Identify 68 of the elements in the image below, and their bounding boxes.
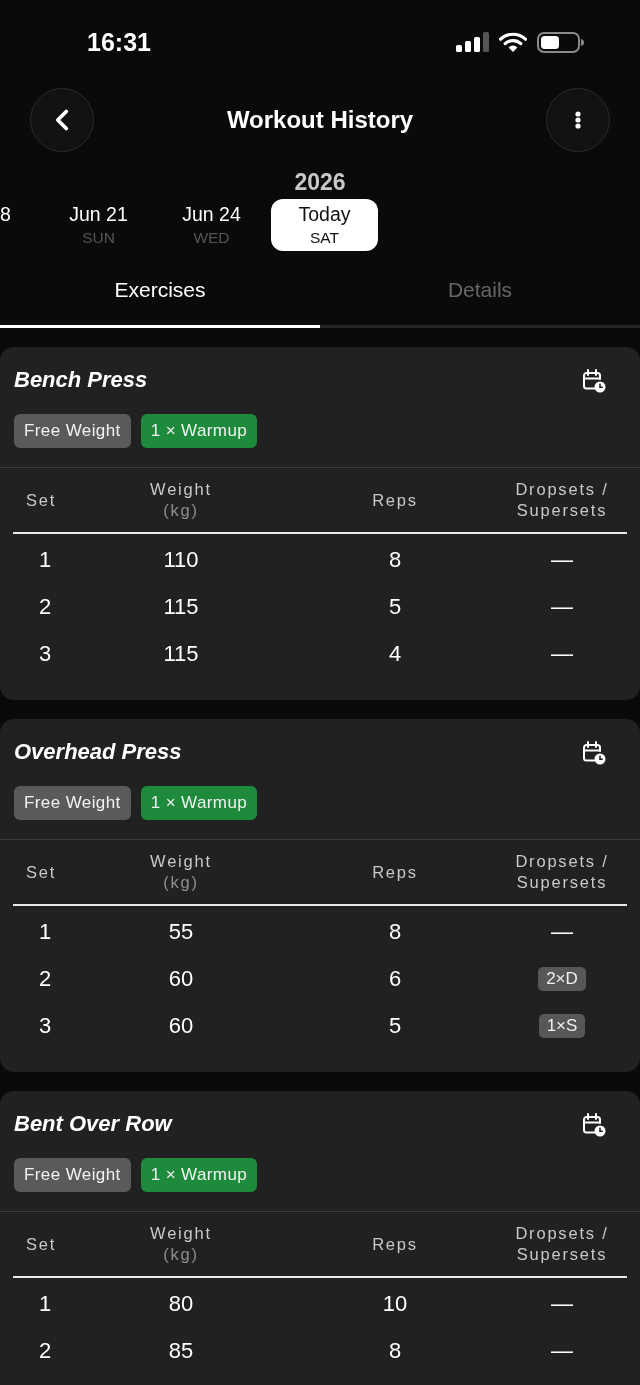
column-header: Reps (372, 489, 418, 511)
table-cell: — (551, 593, 573, 620)
calendar-clock-icon[interactable] (582, 739, 606, 765)
table-cell: 4 (388, 640, 402, 667)
exercise-title: Bench Press (14, 366, 148, 394)
set-type-badge: 1×S (538, 1013, 586, 1038)
table-cell: 115 (163, 593, 199, 620)
table-cell: — (551, 640, 573, 667)
exercise-tag: Free Weight (14, 414, 131, 448)
exercise-title: Overhead Press (14, 738, 182, 766)
wifi-icon (499, 32, 527, 52)
column-header: Dropsets / Supersets (514, 1223, 610, 1265)
set-type-badge: 2×D (538, 966, 586, 991)
table-cell: 110 (163, 546, 199, 573)
column-header: Reps (372, 861, 418, 883)
battery-icon (537, 31, 584, 53)
exercise-tag: Free Weight (14, 1158, 131, 1192)
column-header: Set (25, 861, 57, 883)
table-cell: 1 (38, 1290, 52, 1317)
year-label: 2026 (294, 168, 346, 196)
table-cell: — (551, 1337, 573, 1364)
calendar-clock-icon[interactable] (582, 1111, 606, 1137)
table-cell: 80 (168, 1290, 194, 1317)
column-header: Dropsets / Supersets (514, 851, 610, 893)
column-header: Set (25, 489, 57, 511)
column-header: Dropsets / Supersets (514, 479, 610, 521)
exercise-tag: Free Weight (14, 786, 131, 820)
table-cell: 2 (38, 593, 52, 620)
table-cell: 5 (388, 1012, 402, 1039)
date-item[interactable]: Jun 24 WED (158, 199, 265, 251)
date-item[interactable]: 8 (0, 199, 39, 251)
date-item[interactable]: Today SAT (271, 199, 378, 251)
exercise-tag: 1 × Warmup (140, 1158, 258, 1192)
status-time: 16:31 (87, 29, 151, 55)
tab[interactable]: Exercises (0, 251, 320, 328)
table-cell: 10 (382, 1290, 408, 1317)
table-cell: 3 (38, 1012, 52, 1039)
table-cell: — (551, 918, 573, 945)
column-header: Weight (kg) (150, 851, 212, 893)
table-cell: 60 (168, 965, 194, 992)
cellular-signal-icon (456, 32, 489, 52)
exercise-tag: 1 × Warmup (140, 414, 258, 448)
column-header: Reps (372, 1233, 418, 1255)
table-cell: 8 (388, 918, 402, 945)
table-cell: 8 (388, 546, 402, 573)
table-cell: 85 (168, 1337, 194, 1364)
table-cell: — (551, 546, 573, 573)
column-header: Weight (kg) (150, 1223, 212, 1265)
table-cell: 115 (163, 640, 199, 667)
exercise-title: Bent Over Row (14, 1110, 172, 1138)
exercise-tag: 1 × Warmup (140, 786, 258, 820)
table-cell: 8 (388, 1337, 402, 1364)
table-cell: 2 (38, 1337, 52, 1364)
table-cell: 60 (168, 1012, 194, 1039)
date-item[interactable]: Jun 21 SUN (45, 199, 152, 251)
table-cell: 5 (388, 593, 402, 620)
screen-title: Workout History (226, 105, 414, 135)
table-cell: — (551, 1290, 573, 1317)
table-cell: 55 (168, 918, 194, 945)
table-cell: 6 (388, 965, 402, 992)
table-cell: 2 (38, 965, 52, 992)
column-header: Set (25, 1233, 57, 1255)
table-cell: 1 (38, 918, 52, 945)
table-cell: 1 (38, 546, 52, 573)
calendar-clock-icon[interactable] (582, 367, 606, 393)
column-header: Weight (kg) (150, 479, 212, 521)
more-vertical-icon (575, 111, 581, 129)
table-cell: 3 (38, 640, 52, 667)
